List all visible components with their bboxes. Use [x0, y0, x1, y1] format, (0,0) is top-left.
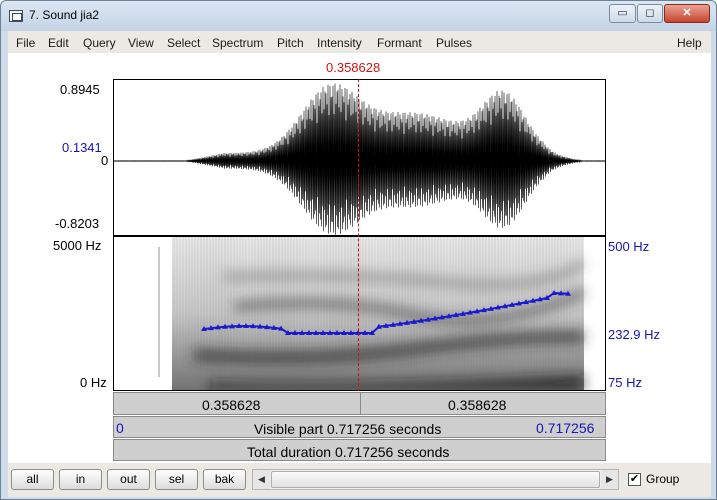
bottom-toolbar: all in out sel bak ◀ ▶ ✔ Group	[8, 463, 711, 497]
zoom-out-button[interactable]: out	[107, 469, 150, 490]
menu-formant[interactable]: Formant	[377, 36, 422, 50]
scroll-left-arrow-icon[interactable]: ◀	[253, 470, 270, 489]
group-label: Group	[646, 472, 680, 486]
close-button[interactable]: ✕	[664, 4, 710, 23]
menu-intensity[interactable]: Intensity	[317, 36, 362, 50]
title-bar[interactable]: 7. Sound jia2 ▭ ◻ ✕	[1, 1, 716, 31]
waveform-cursor-value-label: 0.1341	[62, 140, 102, 155]
menu-select[interactable]: Select	[167, 36, 200, 50]
waveform-panel[interactable]	[113, 79, 606, 236]
zoom-selection-button[interactable]: sel	[155, 469, 198, 490]
spectrogram-top-label: 5000 Hz	[53, 238, 102, 253]
total-duration-label: Total duration 0.717256 seconds	[247, 444, 450, 460]
all-button[interactable]: all	[11, 469, 54, 490]
menu-help[interactable]: Help	[677, 36, 702, 50]
pitch-bottom-label: 75 Hz	[608, 375, 642, 390]
visible-part-label: Visible part 0.717256 seconds	[254, 421, 442, 437]
cursor-line[interactable]	[358, 79, 359, 391]
visible-start-label: 0	[116, 420, 124, 436]
pitch-cursor-value-label: 232.9 Hz	[608, 327, 661, 342]
menu-pulses[interactable]: Pulses	[436, 36, 472, 50]
cursor-time-label: 0.358628	[326, 60, 381, 75]
window-icon	[9, 10, 23, 22]
sound-editor-window: 7. Sound jia2 ▭ ◻ ✕ File Edit Query View…	[0, 0, 717, 500]
group-checkbox[interactable]: ✔	[628, 473, 641, 486]
zoom-in-button[interactable]: in	[59, 469, 102, 490]
editor-drawing-area[interactable]: 0.358628 0.8945 0.1341 0 -0.8203 5000 Hz…	[8, 53, 711, 463]
menu-view[interactable]: View	[128, 36, 154, 50]
spectrogram-panel[interactable]	[113, 236, 606, 391]
zoom-back-button[interactable]: bak	[203, 469, 246, 490]
waveform-signal	[114, 83, 605, 235]
window-title: 7. Sound jia2	[29, 8, 100, 22]
selection-time-bar[interactable]: 0.358628 0.358628	[113, 392, 606, 415]
left-interval-time[interactable]: 0.358628	[202, 397, 260, 413]
menu-spectrum[interactable]: Spectrum	[212, 36, 263, 50]
selection-divider	[360, 393, 361, 414]
waveform-max-label: 0.8945	[60, 82, 100, 97]
maximize-button[interactable]: ◻	[637, 4, 663, 23]
visible-part-bar[interactable]: Visible part 0.717256 seconds	[113, 416, 606, 438]
waveform-zero-label: 0	[101, 153, 109, 168]
scroll-thumb[interactable]	[271, 471, 600, 488]
visible-end-label: 0.717256	[536, 420, 595, 436]
pitch-top-label: 500 Hz	[608, 239, 650, 254]
spectrogram-bottom-label: 0 Hz	[80, 375, 107, 390]
scroll-right-arrow-icon[interactable]: ▶	[601, 470, 618, 489]
waveform-min-label: -0.8203	[55, 216, 100, 231]
right-interval-time[interactable]: 0.358628	[448, 397, 506, 413]
minimize-button[interactable]: ▭	[609, 4, 636, 23]
total-duration-bar[interactable]: Total duration 0.717256 seconds	[113, 439, 606, 461]
menu-query[interactable]: Query	[83, 36, 116, 50]
menu-edit[interactable]: Edit	[48, 36, 69, 50]
menu-file[interactable]: File	[16, 36, 35, 50]
menu-pitch[interactable]: Pitch	[277, 36, 304, 50]
spectrogram-svg	[158, 237, 587, 390]
menu-bar: File Edit Query View Select Spectrum Pit…	[8, 31, 711, 53]
editor-client-area: File Edit Query View Select Spectrum Pit…	[8, 31, 711, 497]
horizontal-scrollbar[interactable]: ◀ ▶	[252, 469, 619, 490]
waveform-svg	[114, 83, 605, 235]
